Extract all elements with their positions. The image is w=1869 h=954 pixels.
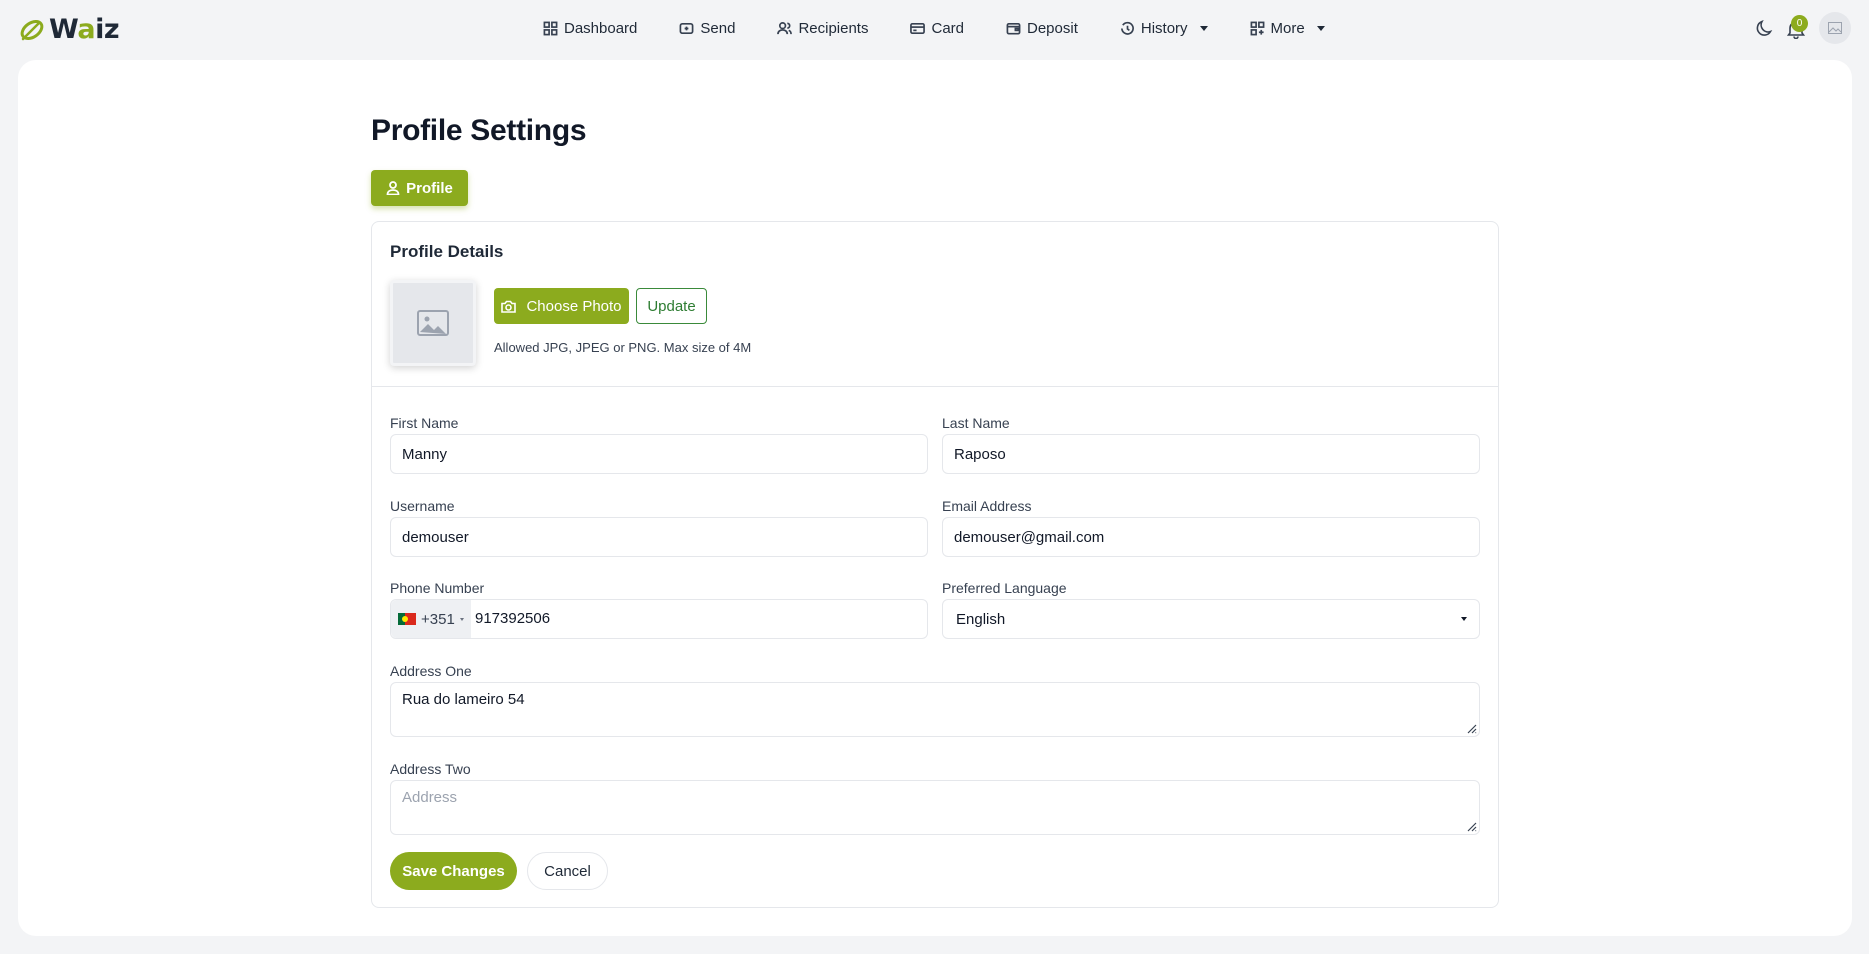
nav-deposit-label: Deposit: [1027, 19, 1078, 37]
avatar[interactable]: [1819, 12, 1851, 44]
phone-field[interactable]: +351 917392506: [390, 599, 928, 639]
last-name-label: Last Name: [942, 415, 1010, 431]
chevron-down-icon: [1199, 25, 1208, 31]
address-one-label: Address One: [390, 663, 472, 679]
choose-photo-button[interactable]: Choose Photo: [494, 288, 629, 324]
main-nav: Dashboard Send Recipients Card Deposit H…: [543, 16, 1367, 40]
nav-deposit[interactable]: Deposit: [1006, 20, 1078, 37]
nav-dashboard[interactable]: Dashboard: [543, 20, 637, 37]
address-two-label: Address Two: [390, 761, 471, 777]
apps-icon: [1250, 21, 1264, 35]
divider: [372, 386, 1498, 387]
profile-panel: Profile Details Choose Photo Update Allo…: [371, 221, 1499, 908]
cancel-button[interactable]: Cancel: [527, 852, 608, 890]
image-placeholder-icon: [417, 310, 449, 336]
nav-more-label: More: [1270, 19, 1305, 37]
brand-logo[interactable]: Waiz: [19, 14, 120, 45]
nav-send-label: Send: [700, 19, 736, 37]
nav-card-label: Card: [931, 19, 964, 37]
language-label: Preferred Language: [942, 580, 1067, 596]
address-two-field[interactable]: Address: [390, 780, 1480, 835]
page-title: Profile Settings: [371, 114, 587, 147]
tab-profile[interactable]: Profile: [371, 170, 468, 206]
choose-photo-label: Choose Photo: [526, 297, 622, 315]
notification-badge: 0: [1791, 15, 1808, 32]
nav-send[interactable]: Send: [679, 20, 735, 37]
chevron-down-icon: [459, 617, 464, 621]
email-field[interactable]: demouser@gmail.com: [942, 517, 1480, 557]
top-navbar: Waiz Dashboard Send Recipients Card Depo…: [0, 0, 1869, 58]
language-value: English: [956, 610, 1006, 628]
photo-hint: Allowed JPG, JPEG or PNG. Max size of 4M: [494, 340, 752, 355]
chevron-down-icon: [1316, 25, 1325, 31]
address-two-placeholder: Address: [402, 789, 458, 806]
grid-icon: [543, 21, 558, 35]
nav-recipients-label: Recipients: [798, 19, 869, 37]
address-one-field[interactable]: Rua do lameiro 54: [390, 682, 1480, 737]
card-icon: [910, 22, 926, 34]
user-icon: [386, 181, 400, 195]
address-one-value: Rua do lameiro 54: [402, 691, 525, 708]
profile-photo-preview: [390, 280, 476, 366]
brand-name: Waiz: [49, 14, 120, 45]
nav-card[interactable]: Card: [910, 20, 964, 37]
first-name-label: First Name: [390, 415, 459, 431]
nav-history[interactable]: History: [1120, 20, 1208, 37]
image-icon: [1828, 22, 1842, 34]
section-title: Profile Details: [390, 242, 504, 261]
history-icon: [1120, 21, 1134, 35]
camera-icon: [501, 300, 517, 313]
nav-recipients[interactable]: Recipients: [777, 20, 868, 37]
phone-number-value: 917392506: [475, 610, 551, 627]
send-icon: [679, 22, 694, 34]
chevron-down-icon: [1461, 617, 1467, 621]
nav-dashboard-label: Dashboard: [564, 19, 638, 37]
last-name-field[interactable]: Raposo: [942, 434, 1480, 474]
resize-handle-icon[interactable]: [1465, 820, 1477, 832]
nav-more[interactable]: More: [1250, 20, 1325, 37]
moon-icon[interactable]: [1755, 18, 1775, 38]
portugal-flag-icon: [398, 613, 416, 625]
resize-handle-icon[interactable]: [1465, 722, 1477, 734]
username-label: Username: [390, 498, 455, 514]
username-field[interactable]: demouser: [390, 517, 928, 557]
country-code-value: +351: [421, 610, 455, 628]
leaf-logo-icon: [20, 19, 44, 40]
update-photo-button[interactable]: Update: [636, 288, 707, 324]
tab-profile-label: Profile: [406, 179, 453, 197]
country-code-select[interactable]: +351: [391, 600, 471, 638]
email-label: Email Address: [942, 498, 1032, 514]
wallet-icon: [1006, 22, 1021, 34]
nav-history-label: History: [1140, 19, 1188, 37]
first-name-field[interactable]: Manny: [390, 434, 928, 474]
language-select[interactable]: English: [942, 599, 1480, 639]
phone-label: Phone Number: [390, 580, 485, 596]
users-icon: [777, 21, 793, 34]
save-changes-button[interactable]: Save Changes: [390, 852, 517, 890]
